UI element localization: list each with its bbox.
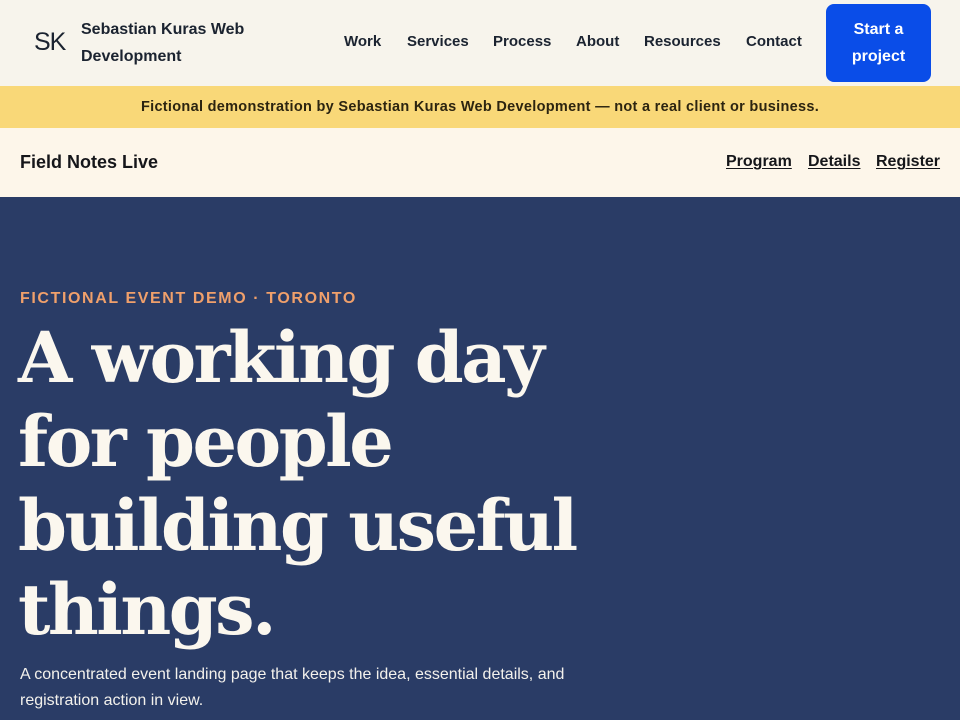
nav-link-work[interactable]: Work [344, 33, 381, 50]
fictional-notice-banner: Fictional demonstration by Sebastian Kur… [0, 86, 960, 128]
hero-eyebrow: FICTIONAL EVENT DEMO · TORONTO [20, 290, 357, 307]
event-nav-register[interactable]: Register [876, 153, 940, 171]
hero-lede: A concentrated event landing page that k… [20, 666, 565, 709]
start-project-label: Start a project [851, 21, 906, 65]
site-header: SK Sebastian Kuras Web Development Work … [0, 0, 960, 86]
event-nav-program[interactable]: Program [726, 153, 792, 171]
event-title[interactable]: Field Notes Live [20, 152, 158, 173]
nav-link-process[interactable]: Process [493, 33, 551, 50]
nav-link-services[interactable]: Services [407, 33, 469, 50]
hero-headline: A working day for people building useful… [18, 316, 578, 651]
event-nav-details[interactable]: Details [808, 153, 860, 171]
nav-link-contact[interactable]: Contact [746, 33, 802, 50]
nav-link-about[interactable]: About [576, 33, 619, 50]
logo-mark[interactable]: SK [34, 28, 66, 57]
start-project-button[interactable]: Start a project [826, 4, 931, 82]
nav-link-resources[interactable]: Resources [644, 33, 721, 50]
event-nav: Field Notes Live Program Details Registe… [0, 128, 960, 197]
brand-name[interactable]: Sebastian Kuras Web Development [81, 16, 281, 70]
